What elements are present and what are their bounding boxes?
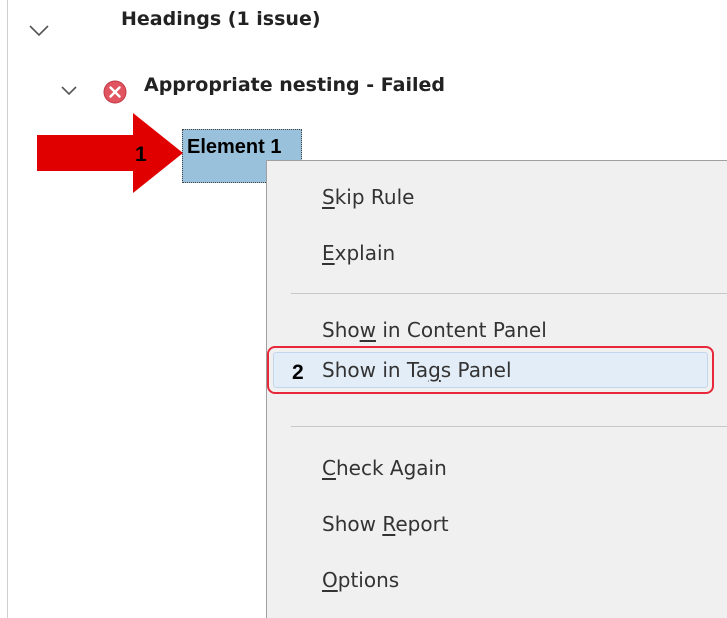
element-label: Element 1: [187, 136, 282, 158]
menu-separator: [291, 293, 727, 294]
tree-item-headings[interactable]: Headings (1 issue): [121, 8, 321, 30]
red-arrow-annotation-icon: [37, 113, 183, 193]
menu-item-options[interactable]: Options: [322, 568, 399, 592]
accessibility-checker-panel: Headings (1 issue) Appropriate nesting -…: [0, 0, 727, 618]
tree-item-rule-appropriate-nesting[interactable]: Appropriate nesting - Failed: [144, 74, 445, 96]
menu-item-skip-rule[interactable]: Skip Rule: [322, 185, 414, 209]
menu-item-show-in-content-panel[interactable]: Show in Content Panel: [322, 318, 547, 342]
panel-left-border: [7, 0, 8, 618]
menu-item-show-in-tags-panel[interactable]: Show in Tags Panel: [322, 358, 512, 382]
step-1-badge: 1: [135, 143, 147, 166]
chevron-down-icon[interactable]: [28, 24, 50, 38]
chevron-down-icon[interactable]: [60, 85, 78, 97]
error-x-icon: [103, 80, 127, 104]
context-menu: Skip Rule Explain Show in Content Panel …: [266, 160, 727, 618]
menu-item-show-report[interactable]: Show Report: [322, 512, 449, 536]
menu-item-check-again[interactable]: Check Again: [322, 456, 447, 480]
step-2-badge: 2: [292, 361, 304, 384]
menu-item-explain[interactable]: Explain: [322, 241, 395, 265]
menu-separator: [291, 426, 727, 427]
